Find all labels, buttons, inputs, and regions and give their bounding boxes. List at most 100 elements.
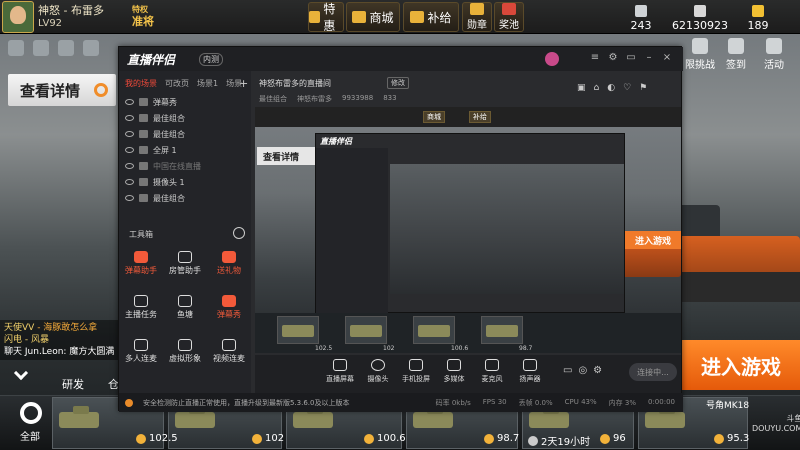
- challenge-icon: [692, 38, 708, 54]
- control-media[interactable]: 多媒体: [433, 359, 475, 384]
- tool-gift[interactable]: 送礼物: [209, 251, 249, 279]
- top-button-prize[interactable]: 奖池: [494, 2, 524, 32]
- tool-multi-link[interactable]: 多人连麦: [121, 339, 161, 367]
- top-button-supply[interactable]: 补给: [403, 2, 459, 32]
- view-details-label: 查看详情: [20, 81, 81, 100]
- room-id: 9933988: [342, 94, 374, 102]
- eye-icon[interactable]: [125, 131, 134, 137]
- source-item[interactable]: 中国在线直播: [125, 159, 201, 173]
- tank-image: [282, 325, 314, 337]
- gold-icon: [752, 5, 764, 17]
- clock-icon: [528, 435, 538, 446]
- control-camera[interactable]: 摄像头: [357, 359, 399, 384]
- more-icon[interactable]: [233, 227, 245, 239]
- source-item[interactable]: 最佳组合: [125, 191, 185, 205]
- record-settings-icons[interactable]: ▭◎⚙: [563, 365, 608, 376]
- control-screen[interactable]: 直播屏幕: [319, 359, 361, 384]
- menu-icon[interactable]: ≡: [589, 52, 601, 64]
- nav-research[interactable]: 研发: [62, 376, 84, 392]
- help-icon[interactable]: [8, 40, 24, 56]
- frame-drop: 丢帧 0.0%: [518, 398, 553, 407]
- source-item[interactable]: 全屏 1: [125, 143, 177, 157]
- friends-icon[interactable]: [83, 40, 99, 56]
- tank-image: [175, 406, 215, 428]
- player-avatar[interactable]: [2, 1, 34, 33]
- stream-preview[interactable]: 商城 补给 查看详情 直播伴侣 进入游戏 102.5 102 100.6 98.…: [255, 107, 681, 353]
- tank-timer: 2天19小时: [528, 433, 590, 448]
- source-label: 全屏 1: [153, 145, 177, 155]
- top-button-medal[interactable]: 勋章: [462, 2, 492, 32]
- source-type-icon: [139, 114, 148, 122]
- eye-icon[interactable]: [125, 163, 134, 169]
- tank-image: [418, 325, 450, 337]
- eye-icon[interactable]: [125, 147, 134, 153]
- tool-room-admin[interactable]: 房管助手: [165, 251, 205, 279]
- filter-all-label[interactable]: 全部: [20, 428, 40, 443]
- tank-image: [350, 325, 382, 337]
- menu-event[interactable]: 活动: [754, 38, 794, 72]
- preview-cost: 102.5: [315, 345, 333, 352]
- preview-shop-button: 商城: [423, 111, 445, 123]
- tab-scene-1[interactable]: 场景1: [197, 78, 218, 89]
- preview-cost: 98.7: [519, 345, 533, 352]
- source-item[interactable]: 弹幕秀: [125, 95, 177, 109]
- source-item[interactable]: 最佳组合: [125, 127, 185, 141]
- gear-icon[interactable]: [20, 402, 42, 424]
- tool-danmu-show[interactable]: 弹幕秀: [209, 295, 249, 323]
- tool-label: 弹幕助手: [125, 266, 157, 275]
- edit-room-button[interactable]: 修改: [387, 77, 409, 89]
- gear-icon[interactable]: [33, 40, 49, 56]
- start-live-button[interactable]: 连接中...: [629, 363, 677, 381]
- menu-challenge[interactable]: 限挑战: [680, 38, 720, 72]
- tool-danmu-helper[interactable]: 弹幕助手: [121, 251, 161, 279]
- add-scene-icon[interactable]: +: [239, 77, 248, 90]
- tool-avatar[interactable]: 虚拟形象: [165, 339, 205, 367]
- menu-checkin[interactable]: 签到: [716, 38, 756, 72]
- chevron-down-icon[interactable]: [13, 365, 29, 381]
- top-button-shop[interactable]: 商城: [346, 2, 400, 32]
- settings-icon[interactable]: ⚙: [607, 52, 619, 64]
- close-icon[interactable]: ×: [661, 52, 673, 64]
- tool-fish-pond[interactable]: 鱼塘: [165, 295, 205, 323]
- tank-cost: 102.5: [136, 433, 178, 444]
- top-button-sale[interactable]: 特惠: [308, 2, 344, 33]
- status-bar: 安全检测防止直播正常使用，直播升级到最新版5.3.6.0及以上版本 码率 0kb…: [119, 393, 683, 412]
- nested-sidebar: [316, 148, 388, 314]
- menu-label: 活动: [764, 60, 784, 71]
- preview-tank-card: [481, 316, 523, 344]
- header-tool-icons[interactable]: ▣⌂◐♡⚑: [577, 83, 655, 93]
- eye-icon[interactable]: [125, 179, 134, 185]
- control-mic[interactable]: 麦克风: [471, 359, 513, 384]
- tank-cost: 102: [252, 433, 284, 444]
- tab-editable[interactable]: 可改页: [165, 78, 189, 89]
- tab-my-scene[interactable]: 我的场景: [125, 78, 157, 89]
- quick-icons: [8, 40, 108, 59]
- viewer-count: 833: [383, 94, 397, 102]
- cost-value: 96: [613, 433, 626, 444]
- control-label: 多媒体: [443, 375, 465, 383]
- user-avatar[interactable]: [545, 52, 559, 66]
- control-phone[interactable]: 手机投屏: [395, 359, 437, 384]
- pin-icon[interactable]: ▭: [625, 52, 637, 64]
- view-details-button[interactable]: 查看详情: [8, 74, 116, 106]
- cost-value: 102: [265, 433, 285, 444]
- control-label: 扬声器: [519, 375, 541, 383]
- eye-icon[interactable]: [125, 115, 134, 121]
- control-speaker[interactable]: 扬声器: [509, 359, 551, 384]
- tool-tasks[interactable]: 主播任务: [121, 295, 161, 323]
- minimize-icon[interactable]: –: [643, 52, 655, 64]
- eye-icon[interactable]: [125, 99, 134, 105]
- mail-icon[interactable]: [58, 40, 74, 56]
- stat-value: 243: [630, 19, 652, 32]
- task-icon: [134, 295, 148, 307]
- rank-badge[interactable]: 特权 准将: [132, 4, 154, 28]
- source-item[interactable]: 最佳组合: [125, 111, 185, 125]
- source-item[interactable]: 摄像头 1: [125, 175, 185, 189]
- tool-label: 虚拟形象: [169, 354, 201, 363]
- preview-detail-button: 查看详情: [257, 147, 319, 165]
- enter-game-button[interactable]: 进入游戏: [682, 340, 800, 390]
- memory: 内存 3%: [608, 398, 636, 407]
- eye-icon[interactable]: [125, 195, 134, 201]
- bitrate: 码率 0kb/s: [435, 398, 471, 407]
- tool-video-link[interactable]: 视频连麦: [209, 339, 249, 367]
